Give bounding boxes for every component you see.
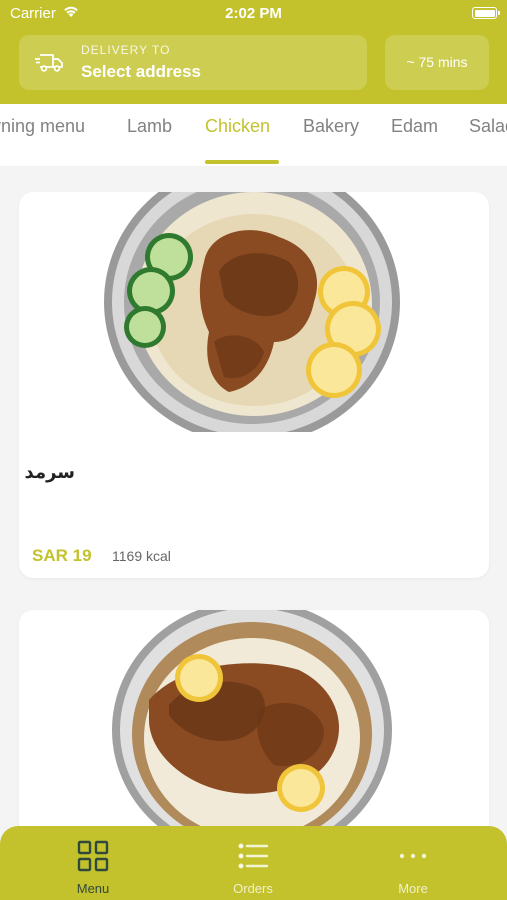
nav-orders[interactable]: Orders (173, 826, 333, 900)
tab-morning-menu[interactable]: rning menu (0, 116, 85, 137)
bottom-navigation: Menu Orders More (0, 826, 507, 900)
list-icon (238, 843, 269, 869)
delivery-truck-icon (35, 54, 63, 72)
grid-icon (77, 840, 109, 872)
app-header: Carrier 2:02 PM DELIVERY TO Select addre… (0, 0, 507, 104)
more-icon (399, 853, 427, 859)
delivery-address-value: Select address (81, 62, 202, 81)
product-calories: 1169 kcal (112, 548, 171, 564)
tab-bakery[interactable]: Bakery (303, 116, 359, 137)
tab-lamb[interactable]: Lamb (127, 116, 172, 137)
nav-more[interactable]: More (333, 826, 493, 900)
dish-image (112, 610, 392, 850)
tab-chicken[interactable]: Chicken (205, 116, 270, 137)
product-card[interactable] (19, 610, 489, 850)
tab-edam[interactable]: Edam (391, 116, 438, 137)
dish-image (104, 192, 400, 432)
product-name: سرمد (24, 462, 75, 483)
nav-menu-label: Menu (76, 881, 110, 896)
nav-orders-label: Orders (233, 881, 273, 896)
delivery-eta: ~ 75 mins (385, 35, 489, 90)
tab-salad[interactable]: Salad (469, 116, 507, 137)
delivery-address-button[interactable]: DELIVERY TO Select address (19, 35, 367, 90)
category-tabs: rning menu Lamb Chicken Bakery Edam Sala… (0, 104, 507, 166)
product-price: SAR 19 (32, 546, 92, 565)
clock: 2:02 PM (225, 5, 282, 22)
battery-icon (472, 7, 500, 19)
active-tab-indicator (205, 160, 279, 164)
product-card[interactable]: سرمد SAR 19 1169 kcal (19, 192, 489, 578)
nav-menu[interactable]: Menu (13, 826, 173, 900)
nav-more-label: More (398, 881, 428, 896)
delivery-label: DELIVERY TO (81, 43, 171, 57)
status-bar: Carrier 2:02 PM (0, 0, 507, 28)
